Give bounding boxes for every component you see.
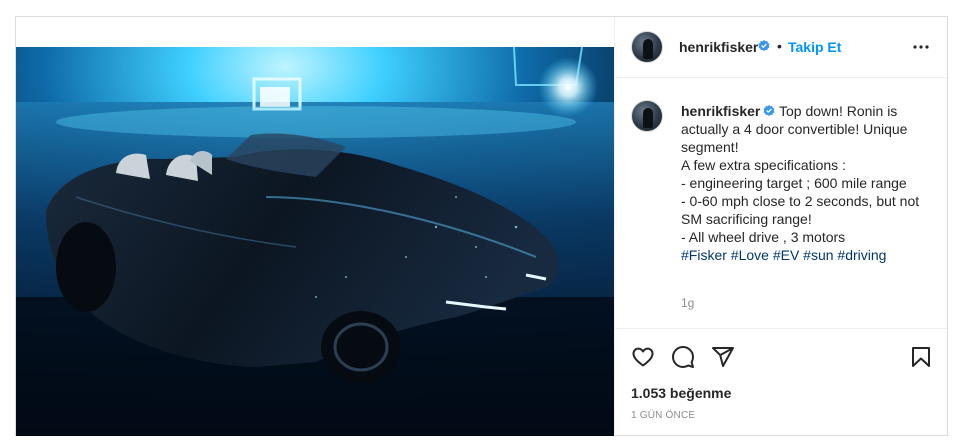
caption-avatar[interactable] <box>631 100 663 132</box>
verified-badge-icon <box>763 105 775 117</box>
post-actions: 1.053 beğenme 1 GÜN ÖNCE <box>615 328 947 437</box>
caption-username[interactable]: henrikfisker <box>681 103 760 119</box>
post-time-ago[interactable]: 1 GÜN ÖNCE <box>631 410 695 421</box>
more-options-icon[interactable] <box>911 37 931 57</box>
instagram-post: henrikfisker • Takip Et henrikfisker Top… <box>15 16 948 436</box>
separator-dot: • <box>777 38 782 54</box>
caption-hashtags[interactable]: #Fisker #Love #EV #sun #driving <box>681 247 886 263</box>
comment-icon[interactable] <box>671 345 695 369</box>
caption-time: 1g <box>681 296 695 310</box>
post-side-panel: henrikfisker • Takip Et henrikfisker Top… <box>614 17 947 436</box>
follow-button[interactable]: Takip Et <box>788 39 841 55</box>
caption-text: Top down! Ronin is actually a 4 door con… <box>681 103 920 245</box>
comments-area: henrikfisker Top down! Ronin is actually… <box>615 78 947 328</box>
avatar-figure <box>643 39 653 59</box>
post-image[interactable] <box>16 17 614 436</box>
avatar-figure <box>643 108 653 128</box>
paper-plane-icon[interactable] <box>711 345 735 369</box>
author-username[interactable]: henrikfisker <box>679 39 758 55</box>
author-avatar[interactable] <box>631 31 663 63</box>
bookmark-icon[interactable] <box>909 345 933 369</box>
car-photo <box>16 47 614 436</box>
heart-icon[interactable] <box>631 345 655 369</box>
verified-badge-icon <box>758 40 770 52</box>
likes-count[interactable]: 1.053 beğenme <box>631 385 731 401</box>
post-header: henrikfisker • Takip Et <box>615 17 947 78</box>
post-caption: henrikfisker Top down! Ronin is actually… <box>681 102 931 264</box>
